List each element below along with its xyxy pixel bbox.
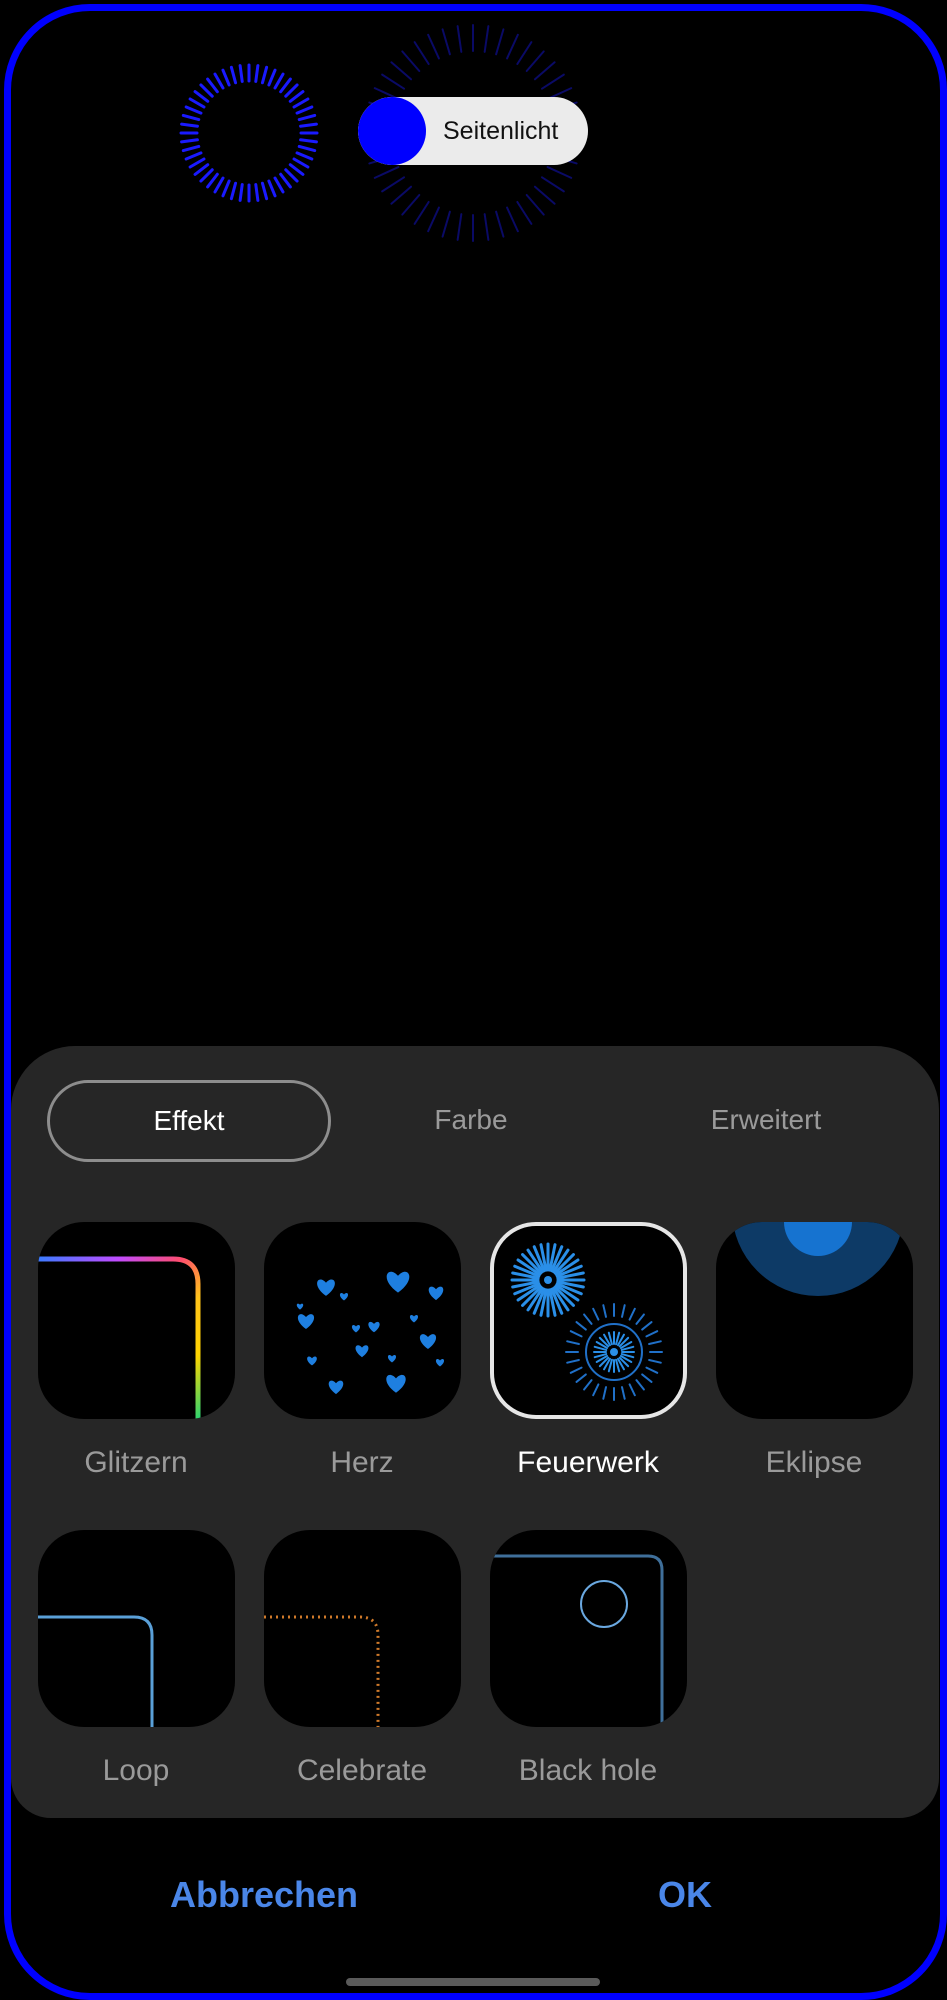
cancel-button[interactable]: Abbrechen [144, 1860, 384, 1930]
eclipse-icon [732, 1222, 904, 1296]
effect-label-glitzern: Glitzern [84, 1446, 188, 1479]
effect-tile-loop[interactable] [38, 1530, 235, 1727]
effect-tile-eklipse[interactable] [716, 1222, 913, 1419]
effect-tile-black-hole[interactable] [490, 1530, 687, 1727]
home-indicator[interactable] [346, 1978, 600, 1986]
black-hole-icon [490, 1554, 664, 1727]
side-light-label: Seitenlicht [443, 117, 559, 145]
effect-label-celebrate: Celebrate [296, 1754, 428, 1787]
effect-label-herz: Herz [330, 1446, 394, 1479]
fireworks-icon [510, 1242, 663, 1401]
tab-erweitert[interactable]: Erweitert [651, 1080, 881, 1160]
rainbow-corner-icon [38, 1256, 201, 1419]
tab-farbe[interactable]: Farbe [371, 1080, 571, 1160]
effect-label-feuerwerk: Feuerwerk [517, 1446, 659, 1479]
ok-button[interactable]: OK [620, 1860, 750, 1930]
effect-tile-feuerwerk[interactable] [490, 1222, 687, 1419]
effect-tile-glitzern[interactable] [38, 1222, 235, 1419]
side-light-toggle[interactable]: Seitenlicht [358, 97, 588, 165]
toggle-knob[interactable] [358, 97, 426, 165]
effect-settings-sheet: Effekt Farbe Erweitert Glitzern Herz Feu… [11, 1046, 939, 1818]
tab-effekt[interactable]: Effekt [47, 1080, 331, 1162]
effect-tile-celebrate[interactable] [264, 1530, 461, 1727]
dotted-corner-icon [264, 1615, 380, 1727]
hearts-icon [296, 1271, 445, 1395]
loop-corner-icon [38, 1615, 154, 1727]
effect-label-black-hole: Black hole [518, 1754, 658, 1787]
fireworks-preview-left-icon [179, 63, 319, 203]
effect-label-loop: Loop [102, 1754, 170, 1787]
effect-label-eklipse: Eklipse [765, 1446, 863, 1479]
effect-tile-herz[interactable] [264, 1222, 461, 1419]
